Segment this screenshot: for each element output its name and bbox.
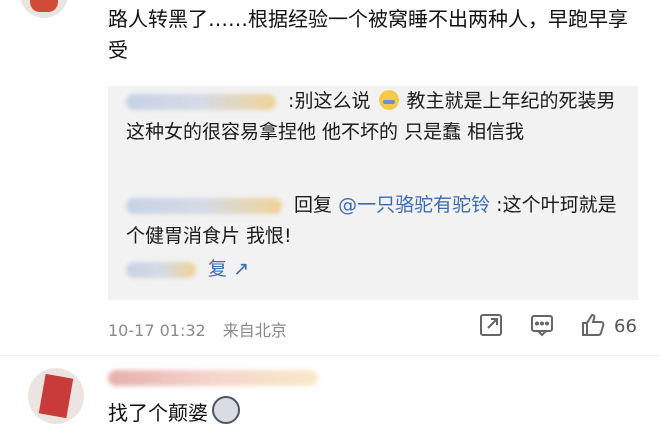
thumbs-up-icon[interactable]: [580, 312, 608, 340]
main-comment-text: 路人转黑了……根据经验一个被窝睡不出两种人，早跑早享受: [108, 7, 628, 62]
mention-link[interactable]: @一只骆驼有驼铃: [338, 194, 490, 216]
redacted-username: [108, 370, 318, 386]
commenter-avatar[interactable]: [28, 368, 84, 424]
crying-laughing-emoji-icon: [378, 90, 399, 110]
second-comment-text: 找了个颠婆: [108, 396, 240, 428]
second-comment-body: 找了个颠婆: [108, 401, 208, 425]
comment-meta: 10-17 01:32 来自北京: [108, 317, 299, 341]
replies-box: :别这么说 教主就是上年纪的死装男 这种女的很容易拿捏他 他不坏的 只是蠢 相信…: [108, 86, 638, 300]
redacted-username: [126, 197, 282, 214]
comment-location: 来自北京: [222, 321, 287, 340]
reply-3-link[interactable]: 复 ↗: [208, 258, 249, 280]
redacted-username: [126, 261, 196, 278]
reply-1: :别这么说 教主就是上年纪的死装男 这种女的很容易拿捏他 他不坏的 只是蠢 相信…: [126, 86, 626, 148]
divider: [0, 355, 660, 356]
like-count: 66: [614, 316, 637, 337]
reply-2: 回复 @一只骆驼有驼铃 :这个叶珂就是个健胃消食片 我恨!: [126, 190, 626, 252]
redacted-username: [126, 93, 276, 110]
reply-2-reply-word: 回复: [294, 194, 333, 216]
share-icon[interactable]: [478, 312, 506, 340]
reply-3[interactable]: 复 ↗: [126, 254, 626, 285]
commenter-avatar[interactable]: [20, 0, 68, 18]
comment-date: 10-17 01:32: [108, 321, 206, 340]
dog-emoji-icon: [212, 396, 240, 424]
comment-icon[interactable]: [529, 312, 557, 340]
reply-1-text-start: :别这么说: [288, 90, 371, 112]
